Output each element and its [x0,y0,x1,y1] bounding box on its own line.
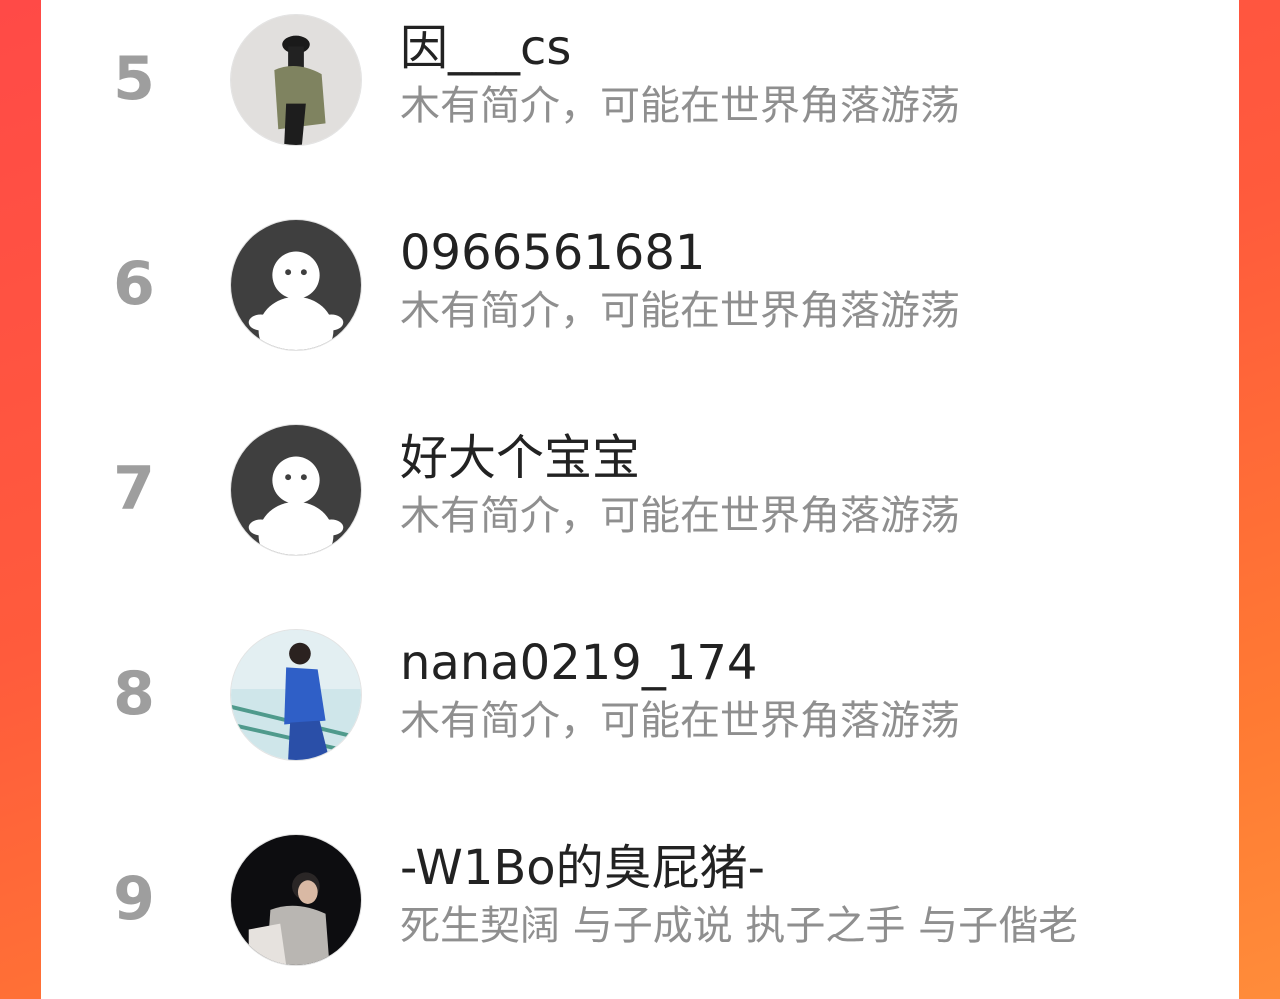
list-item[interactable]: 8 nana0219_174 木有简介，可能在世界角落游荡 [41,617,1239,761]
rank-number: 6 [113,249,155,319]
avatar[interactable] [230,14,362,146]
rank-number: 8 [113,659,155,729]
user-bio: 木有简介，可能在世界角落游荡 [400,698,960,744]
list-item[interactable]: 7 好大个宝宝 木有简介，可能在世界角落游荡 [41,412,1239,556]
default-ghost-avatar-icon [231,425,361,555]
rank-number: 9 [113,864,155,934]
default-ghost-avatar-icon [231,220,361,350]
photo-person-blue-jacket-icon [231,630,361,760]
user-name[interactable]: 好大个宝宝 [400,430,640,486]
user-bio: 木有简介，可能在世界角落游荡 [400,288,960,334]
list-item[interactable]: 6 0966561681 木有简介，可能在世界角落游荡 [41,207,1239,351]
user-name[interactable]: 因___cs [400,20,571,76]
list-item[interactable]: 9 -W1Bo的臭屁猪- 死生契阔 与子成说 执子之手 与子偕老 [41,822,1239,966]
list-item[interactable]: 5 因___cs 木有简介，可能在世界角落游荡 [41,2,1239,146]
user-bio: 木有简介，可能在世界角落游荡 [400,83,960,129]
photo-person-cap-icon [231,15,361,145]
user-name[interactable]: 0966561681 [400,225,705,281]
ranking-card: 5 因___cs 木有简介，可能在世界角落游荡 6 0966561681 木有简… [41,0,1239,999]
avatar[interactable] [230,834,362,966]
user-name[interactable]: -W1Bo的臭屁猪- [400,840,765,896]
photo-person-dark-stage-icon [231,835,361,965]
user-bio: 木有简介，可能在世界角落游荡 [400,493,960,539]
avatar[interactable] [230,629,362,761]
avatar[interactable] [230,219,362,351]
rank-number: 5 [113,44,155,114]
user-name[interactable]: nana0219_174 [400,635,757,691]
rank-number: 7 [113,454,155,524]
avatar[interactable] [230,424,362,556]
user-bio: 死生契阔 与子成说 执子之手 与子偕老 [400,903,1079,949]
